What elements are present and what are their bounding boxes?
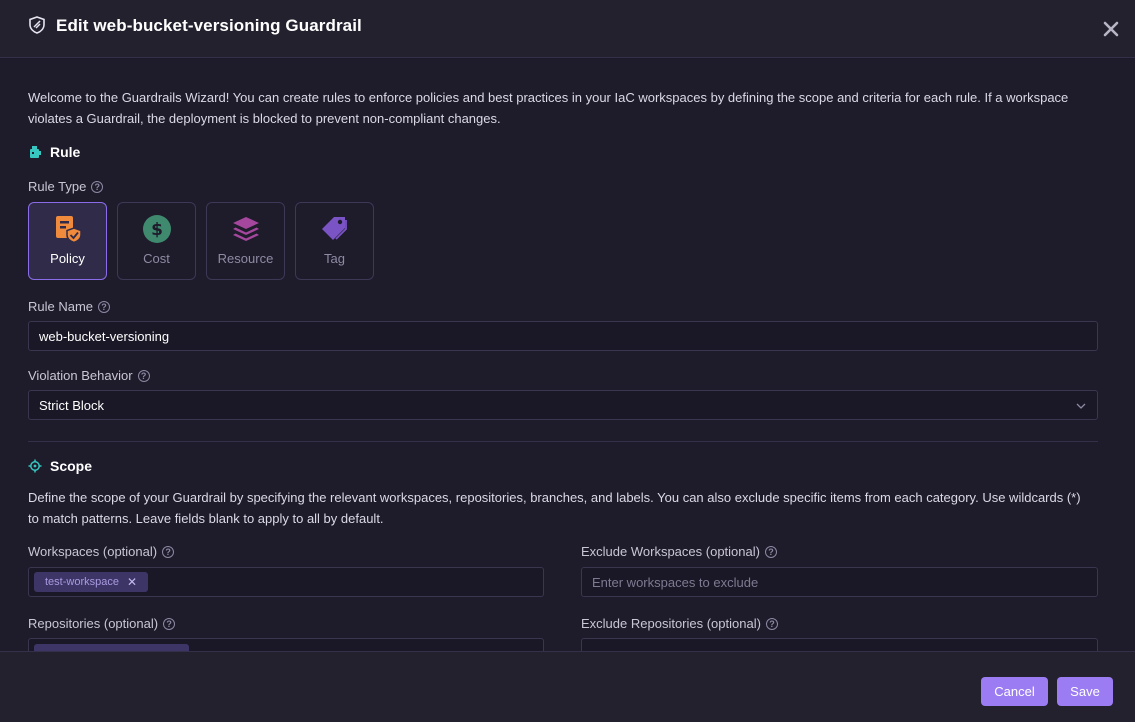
- rule-type-label: Rule Type ?: [28, 179, 104, 194]
- modal-header: Edit web-bucket-versioning Guardrail: [0, 0, 1135, 58]
- exclude-workspaces-label-text: Exclude Workspaces (optional): [581, 544, 760, 559]
- rule-section-heading: Rule: [28, 144, 80, 160]
- exclude-repositories-label: Exclude Repositories (optional) ?: [581, 616, 778, 631]
- save-button[interactable]: Save: [1057, 677, 1113, 706]
- workspace-chip: test-workspace ✕: [34, 572, 149, 592]
- help-icon[interactable]: ?: [162, 545, 175, 558]
- workspaces-label: Workspaces (optional) ?: [28, 544, 175, 559]
- exclude-workspaces-label: Exclude Workspaces (optional) ?: [581, 544, 777, 559]
- svg-text:$: $: [151, 220, 163, 240]
- scope-heading-text: Scope: [50, 458, 93, 474]
- cancel-button[interactable]: Cancel: [981, 677, 1048, 706]
- exclude-workspaces-input[interactable]: Enter workspaces to exclude: [581, 567, 1098, 597]
- layers-icon: [233, 217, 259, 241]
- help-icon[interactable]: ?: [137, 369, 150, 382]
- workspaces-input[interactable]: test-workspace ✕: [28, 567, 544, 597]
- help-icon[interactable]: ?: [98, 300, 111, 313]
- shield-icon: [29, 16, 45, 34]
- repositories-input[interactable]: [28, 638, 544, 651]
- exclude-repositories-label-text: Exclude Repositories (optional): [581, 616, 761, 631]
- violation-behavior-value: Strict Block: [39, 397, 105, 413]
- rule-type-policy[interactable]: Policy: [28, 202, 107, 280]
- section-divider: [28, 441, 1098, 442]
- modal-body[interactable]: Welcome to the Guardrails Wizard! You ca…: [0, 59, 1135, 651]
- rule-name-input[interactable]: web-bucket-versioning: [28, 321, 1098, 351]
- help-icon[interactable]: ?: [765, 617, 778, 630]
- repository-chip: [34, 644, 189, 651]
- robot-icon: [30, 146, 41, 158]
- tag-icon: [322, 217, 347, 240]
- help-icon[interactable]: ?: [163, 617, 176, 630]
- rule-name-value: web-bucket-versioning: [39, 328, 170, 344]
- exclude-repositories-input[interactable]: [581, 638, 1098, 651]
- rule-type-label: Tag: [324, 251, 345, 266]
- violation-behavior-select[interactable]: Strict Block: [28, 390, 1098, 420]
- modal-title: Edit web-bucket-versioning Guardrail: [56, 16, 362, 35]
- repositories-label: Repositories (optional) ?: [28, 616, 176, 631]
- scrollbar[interactable]: [1126, 59, 1135, 651]
- rule-type-resource[interactable]: Resource: [206, 202, 285, 280]
- rule-type-label-text: Rule Type: [28, 179, 87, 194]
- rule-name-label: Rule Name ?: [28, 299, 111, 314]
- help-icon[interactable]: ?: [91, 180, 104, 193]
- rule-type-label: Resource: [217, 251, 274, 266]
- exclude-workspaces-placeholder: Enter workspaces to exclude: [592, 574, 759, 590]
- rule-name-label-text: Rule Name: [28, 299, 94, 314]
- rule-type-cost[interactable]: $ Cost: [117, 202, 196, 280]
- target-icon: [28, 459, 42, 473]
- workspace-chip-label: test-workspace: [45, 576, 119, 588]
- chevron-down-icon: [1076, 403, 1086, 409]
- remove-chip-icon[interactable]: ✕: [127, 575, 137, 589]
- rule-type-label: Cost: [143, 251, 170, 266]
- modal-footer: Cancel Save: [0, 651, 1135, 722]
- help-icon[interactable]: ?: [764, 545, 777, 558]
- rule-type-tag[interactable]: Tag: [295, 202, 374, 280]
- scope-section-heading: Scope: [28, 458, 92, 474]
- close-icon[interactable]: [1102, 20, 1120, 38]
- rule-type-label: Policy: [50, 251, 85, 266]
- policy-icon: [56, 216, 82, 244]
- intro-text: Welcome to the Guardrails Wizard! You ca…: [28, 90, 1069, 126]
- scope-description: Define the scope of your Guardrail by sp…: [28, 490, 1081, 526]
- dollar-icon: $: [143, 215, 171, 243]
- violation-behavior-label: Violation Behavior ?: [28, 368, 150, 383]
- workspaces-label-text: Workspaces (optional): [28, 544, 158, 559]
- violation-behavior-label-text: Violation Behavior: [28, 368, 133, 383]
- rule-heading-text: Rule: [50, 144, 81, 160]
- repositories-label-text: Repositories (optional): [28, 616, 159, 631]
